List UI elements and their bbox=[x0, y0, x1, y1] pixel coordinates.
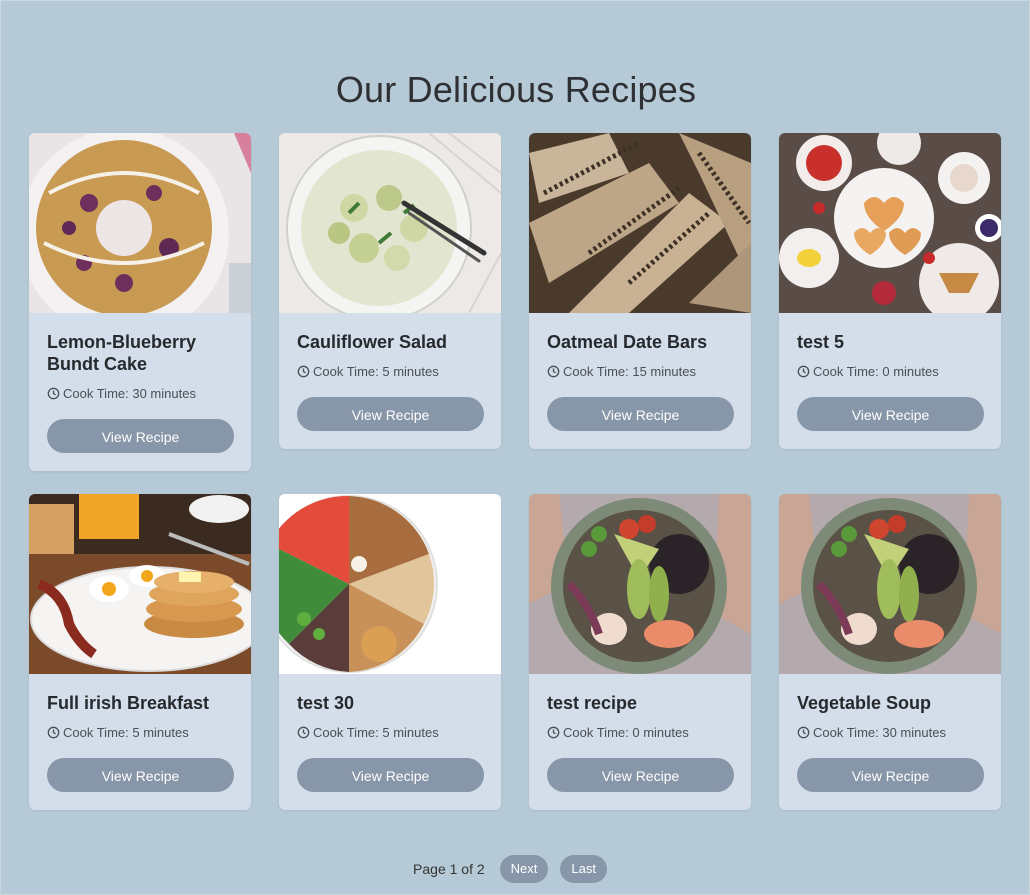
recipe-card-body: Lemon-Blueberry Bundt Cake Cook Time: 30… bbox=[29, 313, 251, 471]
recipe-card: Cauliflower Salad Cook Time: 5 minutes V… bbox=[279, 133, 501, 449]
clock-icon bbox=[47, 726, 60, 739]
cook-time: Cook Time: 30 minutes bbox=[47, 386, 233, 401]
clock-icon bbox=[797, 726, 810, 739]
cook-time-text: Cook Time: 5 minutes bbox=[313, 725, 439, 740]
cook-time: Cook Time: 5 minutes bbox=[47, 725, 233, 740]
recipe-card-body: Full irish Breakfast Cook Time: 5 minute… bbox=[29, 674, 251, 810]
recipe-image[interactable] bbox=[779, 494, 1001, 674]
recipe-title: test 30 bbox=[297, 693, 355, 713]
view-recipe-button[interactable]: View Recipe bbox=[47, 758, 234, 792]
recipe-title: test 5 bbox=[797, 332, 845, 352]
recipe-image[interactable] bbox=[279, 133, 501, 313]
cook-time-text: Cook Time: 0 minutes bbox=[813, 364, 939, 379]
page-title: Our Delicious Recipes bbox=[335, 69, 697, 110]
recipe-card: Vegetable Soup Cook Time: 30 minutes Vie… bbox=[779, 494, 1001, 810]
cook-time: Cook Time: 0 minutes bbox=[797, 364, 983, 379]
recipe-image[interactable] bbox=[29, 494, 251, 674]
recipes-page: Our Delicious Recipes Lemon-Blueberry Bu… bbox=[0, 0, 1030, 895]
recipe-card-body: Vegetable Soup Cook Time: 30 minutes Vie… bbox=[779, 674, 1001, 810]
cook-time: Cook Time: 30 minutes bbox=[797, 725, 983, 740]
view-recipe-button[interactable]: View Recipe bbox=[797, 758, 984, 792]
recipe-card-body: Oatmeal Date Bars Cook Time: 15 minutes … bbox=[529, 313, 751, 449]
recipe-card-body: Cauliflower Salad Cook Time: 5 minutes V… bbox=[279, 313, 501, 449]
view-recipe-button[interactable]: View Recipe bbox=[47, 419, 234, 453]
view-recipe-button[interactable]: View Recipe bbox=[547, 397, 734, 431]
cook-time-text: Cook Time: 15 minutes bbox=[563, 364, 696, 379]
pagination: Page 1 of 2 Next Last bbox=[1, 855, 1030, 883]
recipe-title: Vegetable Soup bbox=[797, 693, 932, 713]
clock-icon bbox=[547, 365, 560, 378]
recipe-card: test 5 Cook Time: 0 minutes View Recipe bbox=[779, 133, 1001, 449]
clock-icon bbox=[297, 365, 310, 378]
cook-time: Cook Time: 5 minutes bbox=[297, 725, 483, 740]
view-recipe-button[interactable]: View Recipe bbox=[797, 397, 984, 431]
recipe-card-body: test recipe Cook Time: 0 minutes View Re… bbox=[529, 674, 751, 810]
clock-icon bbox=[47, 387, 60, 400]
cook-time-text: Cook Time: 5 minutes bbox=[63, 725, 189, 740]
recipe-image[interactable] bbox=[279, 494, 501, 674]
next-page-button[interactable]: Next bbox=[499, 855, 549, 883]
view-recipe-button[interactable]: View Recipe bbox=[297, 758, 484, 792]
cook-time-text: Cook Time: 5 minutes bbox=[313, 364, 439, 379]
cook-time: Cook Time: 5 minutes bbox=[297, 364, 483, 379]
page-indicator: Page 1 of 2 bbox=[413, 861, 485, 877]
recipe-title: Lemon-Blueberry Bundt Cake bbox=[47, 332, 197, 374]
recipe-title: Oatmeal Date Bars bbox=[547, 332, 708, 352]
clock-icon bbox=[297, 726, 310, 739]
recipe-image[interactable] bbox=[29, 133, 251, 313]
cook-time-text: Cook Time: 30 minutes bbox=[63, 386, 196, 401]
recipe-title: Full irish Breakfast bbox=[47, 693, 210, 713]
recipe-card: Oatmeal Date Bars Cook Time: 15 minutes … bbox=[529, 133, 751, 449]
cook-time: Cook Time: 15 minutes bbox=[547, 364, 733, 379]
recipe-card-body: test 5 Cook Time: 0 minutes View Recipe bbox=[779, 313, 1001, 449]
clock-icon bbox=[797, 365, 810, 378]
view-recipe-button[interactable]: View Recipe bbox=[547, 758, 734, 792]
recipe-card-body: test 30 Cook Time: 5 minutes View Recipe bbox=[279, 674, 501, 810]
recipe-grid: Lemon-Blueberry Bundt Cake Cook Time: 30… bbox=[29, 133, 1001, 812]
recipe-card: test 30 Cook Time: 5 minutes View Recipe bbox=[279, 494, 501, 810]
clock-icon bbox=[547, 726, 560, 739]
recipe-card: test recipe Cook Time: 0 minutes View Re… bbox=[529, 494, 751, 810]
cook-time: Cook Time: 0 minutes bbox=[547, 725, 733, 740]
recipe-image[interactable] bbox=[779, 133, 1001, 313]
recipe-card: Full irish Breakfast Cook Time: 5 minute… bbox=[29, 494, 251, 810]
recipe-image[interactable] bbox=[529, 494, 751, 674]
recipe-image[interactable] bbox=[529, 133, 751, 313]
view-recipe-button[interactable]: View Recipe bbox=[297, 397, 484, 431]
recipe-card: Lemon-Blueberry Bundt Cake Cook Time: 30… bbox=[29, 133, 251, 471]
recipe-title: Cauliflower Salad bbox=[297, 332, 448, 352]
cook-time-text: Cook Time: 0 minutes bbox=[563, 725, 689, 740]
last-page-button[interactable]: Last bbox=[560, 855, 607, 883]
recipe-title: test recipe bbox=[547, 693, 638, 713]
cook-time-text: Cook Time: 30 minutes bbox=[813, 725, 946, 740]
